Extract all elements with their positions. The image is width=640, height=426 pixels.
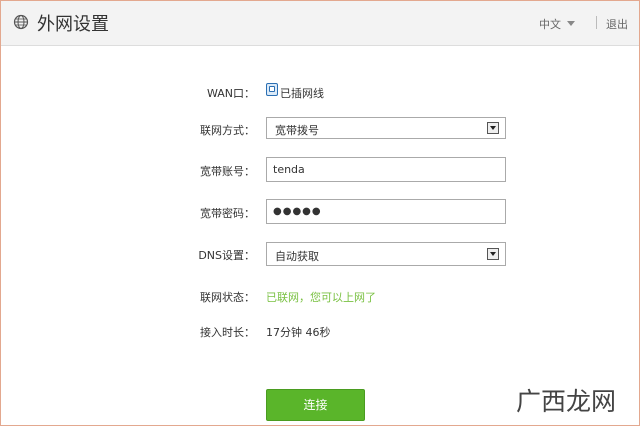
dns-select[interactable]: 自动获取 [266,242,506,266]
header-divider [596,16,597,29]
password-input[interactable]: ●●●●● [266,199,506,224]
connection-type-value: 宽带拨号 [275,124,319,137]
duration-label: 接入时长： [200,326,255,339]
dropdown-arrow-icon[interactable] [487,248,499,260]
logout-link[interactable]: 退出 [606,16,628,32]
password-label: 宽带密码： [200,207,255,220]
connection-type-label: 联网方式： [200,124,255,137]
account-label: 宽带账号： [200,165,255,178]
dropdown-arrow-icon[interactable] [487,122,499,134]
caret-down-icon[interactable] [567,21,575,26]
dns-value: 自动获取 [275,250,319,263]
connect-button[interactable]: 连接 [266,389,365,421]
globe-icon [13,14,29,30]
connection-status: 已联网，您可以上网了 [266,291,376,304]
connection-duration: 17分钟 46秒 [266,326,331,339]
wan-label: WAN口： [206,87,255,100]
page-frame: 外网设置 中文 退出 WAN口： 已插网线 联网方式： 宽带拨号 宽带账号： t… [0,0,640,426]
page-title: 外网设置 [37,14,109,35]
connection-type-select[interactable]: 宽带拨号 [266,117,506,139]
account-input[interactable]: tenda [266,157,506,182]
wan-status: 已插网线 [280,87,324,100]
watermark: 广西龙网 [516,387,617,416]
header-bar: 外网设置 中文 退出 [1,1,639,46]
language-selector[interactable]: 中文 [539,16,561,32]
network-port-icon [266,83,278,96]
dns-label: DNS设置： [198,249,255,262]
status-label: 联网状态： [200,291,255,304]
